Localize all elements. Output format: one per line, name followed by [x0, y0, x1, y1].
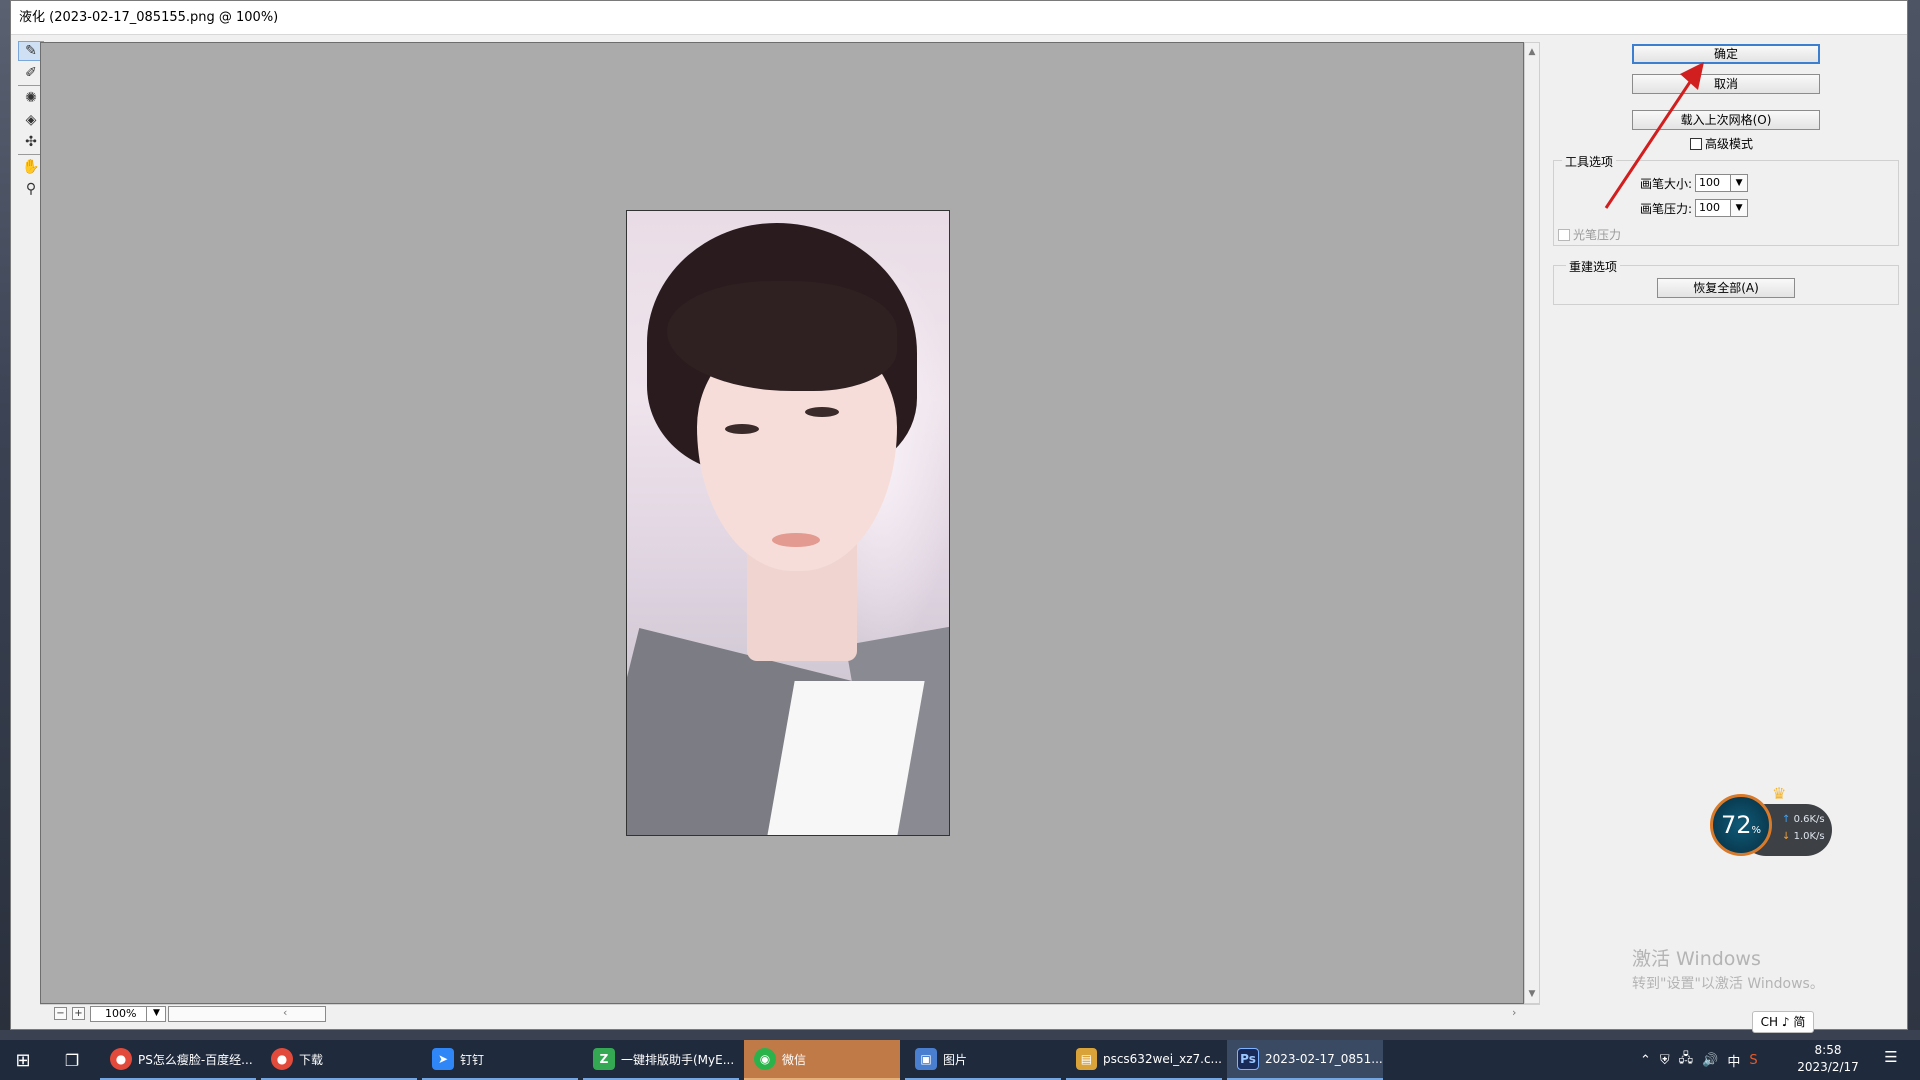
preview-image[interactable] — [626, 210, 950, 836]
watermark-line1: 激活 Windows — [1632, 948, 1761, 970]
restore-all-button[interactable]: 恢复全部(A) — [1657, 278, 1795, 298]
scroll-left-icon[interactable]: ‹ — [283, 1006, 287, 1019]
task-view-icon[interactable]: ❐ — [50, 1040, 94, 1080]
upload-speed-value: 0.6K/s — [1793, 814, 1825, 825]
download-arrow-icon: ↓ — [1782, 831, 1791, 842]
image-eye-right — [805, 407, 839, 417]
system-tray: ⌃ ⛨ 🖧 🔊 中 S — [1640, 1040, 1758, 1080]
show-hidden-icons-icon[interactable]: ⌃ — [1640, 1053, 1651, 1068]
vip-crown-icon: ♛ — [1772, 784, 1787, 803]
zoom-dropdown-icon[interactable]: ▼ — [146, 1006, 166, 1022]
taskbar-item-dingtalk[interactable]: ➤ 钉钉 — [422, 1040, 578, 1080]
security-center-icon[interactable]: ⛨ — [1660, 1053, 1670, 1068]
scroll-down-icon[interactable]: ▼ — [1525, 987, 1539, 1001]
memory-usage-percent: 72 — [1720, 811, 1752, 839]
taskbar-item-label: pscs632wei_xz7.c... — [1102, 1052, 1222, 1066]
watermark-line2: 转到"设置"以激活 Windows。 — [1632, 976, 1824, 992]
taskbar: ⊞ ❐ ● PS怎么瘦脸-百度经... ● 下载 ➤ 钉钉 Z 一键排版助手(M… — [0, 1040, 1920, 1080]
activate-windows-watermark: 激活 Windows 转到"设置"以激活 Windows。 — [1632, 944, 1824, 993]
windows-start-icon[interactable]: ⊞ — [0, 1040, 46, 1080]
stylus-pressure-row: 光笔压力 — [1558, 226, 1621, 243]
taskbar-item-label: 微信 — [782, 1052, 807, 1067]
taskbar-item-ps-guide[interactable]: ● PS怎么瘦脸-百度经... — [100, 1040, 256, 1080]
taskbar-item-myeditor[interactable]: Z 一键排版助手(MyE... — [583, 1040, 739, 1080]
upload-arrow-icon: ↑ — [1782, 814, 1791, 825]
sogou-ime-icon[interactable]: S — [1749, 1053, 1757, 1068]
chrome-icon: ● — [110, 1048, 132, 1070]
taskbar-item-photos[interactable]: ▣ 图片 — [905, 1040, 1061, 1080]
vertical-scrollbar[interactable]: ▲ ▼ — [1524, 42, 1540, 1004]
scroll-up-icon[interactable]: ▲ — [1525, 45, 1539, 59]
memory-usage-gauge: 72% — [1710, 794, 1772, 856]
brush-size-dropdown-icon[interactable]: ▼ — [1731, 174, 1749, 192]
notification-center-icon[interactable]: ☰ — [1878, 1048, 1904, 1072]
taskbar-item-label: PS怎么瘦脸-百度经... — [138, 1052, 253, 1067]
zoom-level-value: 100% — [105, 1007, 137, 1020]
download-speed: ↓ 1.0K/s — [1782, 831, 1825, 842]
archive-icon: ▤ — [1076, 1048, 1097, 1070]
brush-pressure-dropdown-icon[interactable]: ▼ — [1731, 199, 1749, 217]
desktop-background-left — [0, 0, 10, 1030]
taskbar-item-label: 一键排版助手(MyE... — [621, 1052, 735, 1067]
photos-icon: ▣ — [915, 1048, 937, 1070]
taskbar-item-label: 2023-02-17_0851... — [1265, 1052, 1383, 1066]
upload-speed: ↑ 0.6K/s — [1782, 814, 1825, 825]
zoom-out-button[interactable]: − — [54, 1007, 67, 1020]
clock-date: 2023/2/17 — [1797, 1060, 1859, 1074]
taskbar-item-label: 图片 — [943, 1052, 968, 1067]
chrome-icon: ● — [271, 1048, 293, 1070]
memory-usage-unit: % — [1751, 825, 1762, 836]
taskbar-item-photoshop[interactable]: Ps 2023-02-17_0851... — [1227, 1040, 1383, 1080]
taskbar-item-archive[interactable]: ▤ pscs632wei_xz7.c... — [1066, 1040, 1222, 1080]
annotation-arrow-head — [1680, 62, 1704, 90]
dialog-title: 液化 (2023-02-17_085155.png @ 100%) — [11, 1, 1907, 35]
annotation-arrow — [1604, 62, 1704, 209]
desktop-background-right — [1908, 0, 1920, 1030]
scroll-right-icon[interactable]: › — [1512, 1006, 1516, 1019]
download-speed-value: 1.0K/s — [1793, 831, 1825, 842]
photoshop-icon: Ps — [1237, 1048, 1259, 1070]
network-icon[interactable]: 🖧 — [1679, 1049, 1694, 1071]
stylus-pressure-label: 光笔压力 — [1573, 228, 1622, 242]
canvas-status-bar: − + 100% ▼ ‹ › — [40, 1004, 1540, 1022]
image-eye-left — [725, 424, 759, 434]
taskbar-item-wechat[interactable]: ◉ 微信 — [744, 1040, 900, 1080]
myeditor-icon: Z — [593, 1048, 615, 1070]
horizontal-scroll-track[interactable] — [168, 1006, 326, 1022]
taskbar-item-label: 钉钉 — [460, 1052, 485, 1067]
stylus-pressure-checkbox — [1558, 228, 1570, 241]
zoom-in-button[interactable]: + — [72, 1007, 85, 1020]
ime-mode-indicator[interactable]: 中 — [1727, 1051, 1740, 1070]
ime-status-indicator[interactable]: CH ♪ 简 — [1752, 1011, 1814, 1033]
system-clock[interactable]: 8:58 2023/2/17 — [1786, 1042, 1870, 1076]
annotation-arrow-shaft — [1604, 75, 1696, 209]
clock-time: 8:58 — [1814, 1043, 1842, 1057]
taskbar-item-downloads[interactable]: ● 下载 — [261, 1040, 417, 1080]
reconstruct-options-title: 重建选项 — [1566, 258, 1621, 275]
dingtalk-icon: ➤ — [432, 1048, 454, 1070]
taskbar-item-label: 下载 — [299, 1052, 324, 1067]
wechat-icon: ◉ — [754, 1048, 776, 1070]
image-mouth — [772, 533, 820, 547]
network-speed-widget[interactable]: ♛ 72% ↑ 0.6K/s ↓ 1.0K/s — [1710, 784, 1834, 872]
volume-icon[interactable]: 🔊 — [1702, 1053, 1718, 1068]
